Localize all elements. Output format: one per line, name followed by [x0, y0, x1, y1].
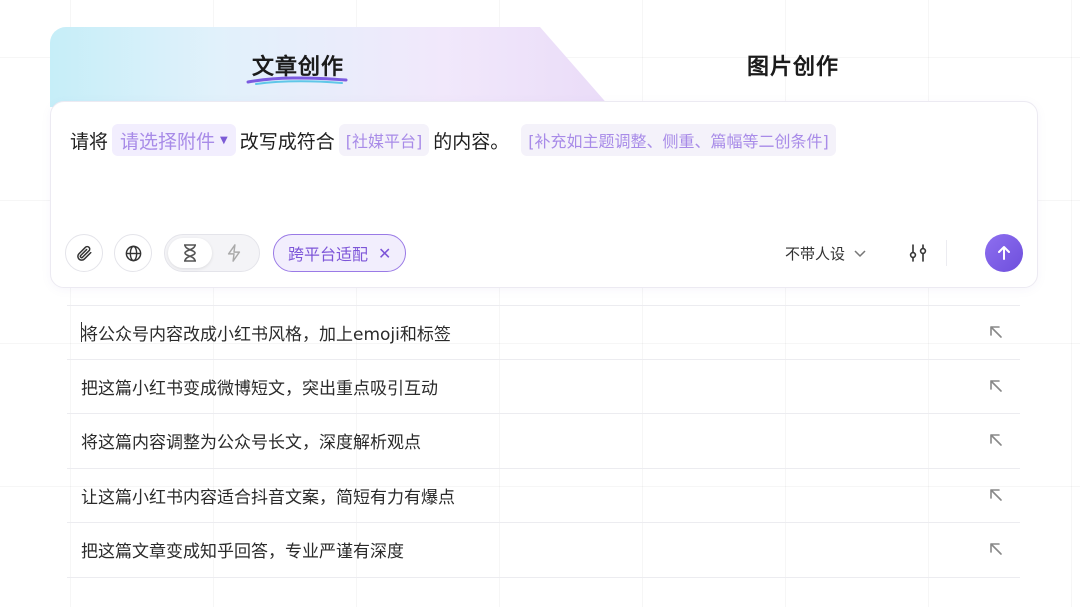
hourglass-icon [184, 244, 196, 262]
arrow-up-left-icon[interactable] [988, 378, 1004, 394]
attach-button[interactable] [65, 234, 103, 272]
suggestion-text: 把这篇小红书变成微博短文，突出重点吸引互动 [81, 378, 438, 399]
extra-conditions-slot[interactable]: [补充如主题调整、侧重、篇幅等二创条件] [521, 124, 836, 156]
prompt-suffix: 的内容。 [433, 130, 510, 153]
paperclip-icon [77, 245, 92, 261]
input-toolbar: 跨平台适配 ✕ 不带人设 [65, 234, 1023, 274]
prompt-template[interactable]: 请将 请选择附件 ▼ 改写成符合 [社媒平台] 的内容。 [补充如主题调整、侧重… [70, 124, 840, 156]
suggestion-text: 将公众号内容改成小红书风格，加上emoji和标签 [81, 324, 451, 345]
suggestion-text: 让这篇小红书内容适合抖音文案，简短有力有爆点 [81, 487, 455, 508]
arrow-up-left-icon[interactable] [988, 487, 1004, 503]
suggestion-text: 把这篇文章变成知乎回答，专业严谨有深度 [81, 542, 404, 563]
suggestion-item[interactable]: 把这篇小红书变成微博短文，突出重点吸引互动 [67, 360, 1020, 414]
chevron-down-icon [854, 249, 866, 257]
mode-tab-bar: 文章创作 图片创作 [50, 27, 1038, 107]
cross-platform-tag[interactable]: 跨平台适配 ✕ [273, 234, 407, 272]
speed-mode-toggle [164, 234, 260, 272]
suggestion-item[interactable]: 让这篇小红书内容适合抖音文案，简短有力有爆点 [67, 469, 1020, 523]
prompt-card: 请将 请选择附件 ▼ 改写成符合 [社媒平台] 的内容。 [补充如主题调整、侧重… [50, 101, 1038, 288]
globe-icon [125, 245, 141, 261]
sliders-icon[interactable] [907, 242, 929, 264]
arrow-up-icon [998, 246, 1010, 260]
persona-select[interactable]: 不带人设 [785, 243, 867, 264]
cross-platform-tag-label: 跨平台适配 [288, 245, 369, 264]
suggestion-list: 将公众号内容改成小红书风格，加上emoji和标签 把这篇小红书变成微博短文，突出… [67, 305, 1020, 578]
attachment-select-label: 请选择附件 [120, 130, 216, 153]
suggestion-item[interactable]: 将公众号内容改成小红书风格，加上emoji和标签 [67, 305, 1020, 360]
toolbar-divider [946, 240, 947, 266]
fast-mode-option[interactable] [212, 238, 256, 268]
platform-slot[interactable]: [社媒平台] [338, 124, 430, 156]
lightning-icon [227, 244, 241, 262]
prompt-middle: 改写成符合 [239, 130, 335, 153]
send-button[interactable] [985, 234, 1023, 272]
prompt-prefix: 请将 [70, 130, 109, 153]
tab-image-creation[interactable]: 图片创作 [747, 49, 839, 81]
persona-select-label: 不带人设 [784, 245, 845, 263]
active-tab-underline [246, 76, 348, 85]
caret-down-icon: ▼ [220, 134, 228, 146]
attachment-select[interactable]: 请选择附件 ▼ [112, 124, 236, 156]
suggestion-item[interactable]: 将这篇内容调整为公众号长文，深度解析观点 [67, 414, 1020, 469]
arrow-up-left-icon[interactable] [988, 324, 1004, 340]
arrow-up-left-icon[interactable] [988, 541, 1004, 557]
deep-mode-option[interactable] [168, 238, 212, 268]
suggestion-item[interactable]: 把这篇文章变成知乎回答，专业严谨有深度 [67, 523, 1020, 578]
suggestion-text: 将这篇内容调整为公众号长文，深度解析观点 [81, 433, 421, 454]
arrow-up-left-icon[interactable] [988, 432, 1004, 448]
close-icon[interactable]: ✕ [378, 244, 391, 263]
web-search-button[interactable] [114, 234, 152, 272]
